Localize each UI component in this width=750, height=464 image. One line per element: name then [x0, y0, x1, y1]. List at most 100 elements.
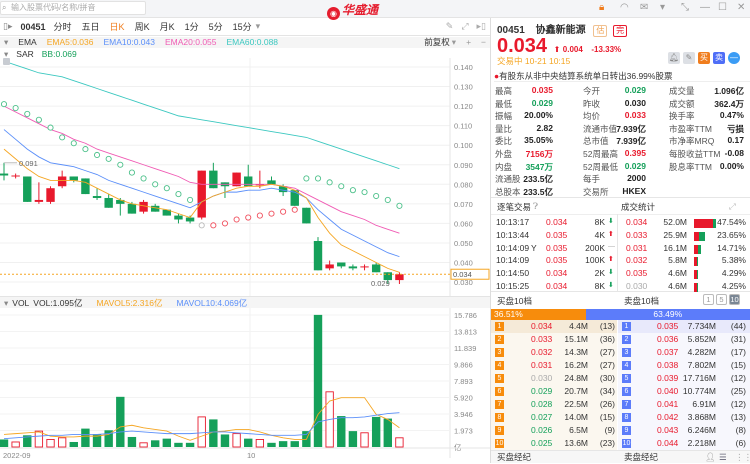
help-icon[interactable]: ❓︎ — [533, 201, 538, 212]
lock-icon[interactable]: 🔒︎ — [599, 2, 604, 13]
bid-price[interactable]: 0.027 — [531, 411, 552, 424]
alert-bell-icon[interactable]: 🔔︎ — [668, 52, 680, 64]
ask-price[interactable]: 0.042 — [657, 411, 678, 424]
volume-tick: 13.813 — [454, 327, 477, 336]
stat-label: 52周最高 — [583, 149, 618, 159]
bid-broker-tab[interactable]: 买盘经纪 — [497, 451, 531, 464]
buy-button[interactable]: 买 — [698, 52, 710, 64]
collapse-overlay-button[interactable] — [3, 58, 10, 65]
ask-price[interactable]: 0.040 — [657, 385, 678, 398]
shrink-icon[interactable]: ⤡ — [681, 2, 689, 13]
sar-point — [12, 105, 19, 112]
fullscreen-icon[interactable]: ⤢ — [461, 21, 468, 32]
ask-broker-tab[interactable]: 卖盘经纪 — [624, 451, 658, 464]
adjust-chevron-icon[interactable]: ▾ — [452, 37, 456, 48]
period-tab[interactable]: 周K — [135, 20, 150, 33]
bid-price[interactable]: 0.028 — [531, 398, 552, 411]
period-tab[interactable]: 15分 — [233, 20, 252, 33]
bid-price[interactable]: 0.031 — [531, 359, 552, 372]
grid-view-icon[interactable]: ⋮⋮ — [735, 451, 750, 464]
bid-price[interactable]: 0.034 — [531, 320, 552, 333]
bid-level-badge: 5 — [495, 372, 504, 385]
note-icon[interactable]: ✎ — [683, 52, 695, 64]
adjust-dropdown[interactable]: 前复权 — [424, 37, 450, 48]
mail-icon[interactable]: ✉ — [640, 2, 648, 13]
period-tab[interactable]: 月K — [160, 20, 175, 33]
stat-bar — [694, 231, 706, 241]
bid-orders: (27) — [599, 347, 615, 357]
collapse-sidebar-icon[interactable]: ▯▸ — [3, 21, 12, 32]
ask-level-badge: 4 — [622, 359, 631, 372]
collapse-chevron-icon[interactable]: ▾ — [4, 37, 8, 48]
stat-label: 总股本 — [495, 186, 521, 197]
maximize-button[interactable]: ☐ — [718, 2, 727, 13]
period-tab[interactable]: 5分 — [209, 20, 223, 33]
person-icon[interactable]: 👤︎ — [705, 451, 716, 464]
trade-price: 0.035 — [546, 255, 568, 266]
stat-value: 7.939亿 — [616, 123, 646, 134]
expand-icon[interactable]: ⤢ — [729, 201, 736, 212]
trade-price: 0.034 — [546, 281, 568, 291]
ema-label[interactable]: EMA — [18, 37, 36, 48]
depth-option[interactable]: 1 — [703, 294, 714, 305]
period-tab[interactable]: 五日 — [82, 20, 100, 33]
vol-value: VOL:1.095亿 — [33, 298, 83, 308]
collapse-chevron-icon[interactable]: ▾ — [4, 297, 8, 308]
sar-point — [221, 220, 229, 227]
minimize-button[interactable]: — — [700, 2, 710, 13]
ema60-value: EMA60:0.088 — [226, 37, 279, 47]
remove-indicator-icon[interactable]: − — [481, 37, 486, 48]
stat-label: 均价 — [583, 111, 601, 122]
stat-volume: 16.1M — [663, 242, 687, 253]
ask-price[interactable]: 0.035 — [657, 320, 678, 333]
shirt-icon[interactable]: ▾ — [660, 2, 665, 13]
candle-body — [395, 274, 404, 281]
arrow-down-icon: ⬇ — [608, 269, 614, 277]
mavol5-value: MAVOL5:2.316亿 — [96, 298, 163, 308]
expand-panel-icon[interactable]: ▸▯ — [477, 21, 486, 32]
period-tab[interactable]: 日K — [110, 20, 125, 33]
bid-price[interactable]: 0.033 — [531, 333, 552, 346]
ask-price[interactable]: 0.041 — [657, 398, 678, 411]
depth-option[interactable]: 5 — [716, 294, 727, 305]
stat-label: 最低 — [495, 98, 513, 109]
bid-price[interactable]: 0.026 — [531, 424, 552, 437]
headset-icon[interactable]: ◠ — [620, 2, 629, 13]
ask-volume: 17.716M — [682, 373, 716, 383]
depth-option[interactable]: 10 — [729, 294, 740, 305]
ask-price[interactable]: 0.039 — [657, 372, 678, 385]
depth-selector: 1 5 10 — [703, 294, 740, 305]
price-tick: 0.130 — [454, 83, 473, 92]
period-tab[interactable]: 1分 — [185, 20, 199, 33]
sar-point — [326, 179, 333, 186]
stat-value: 1.096亿 — [714, 86, 744, 96]
remove-watchlist-button[interactable]: — — [728, 52, 740, 64]
list-view-icon[interactable]: ☰ — [719, 451, 727, 464]
bid-price[interactable]: 0.029 — [531, 385, 552, 398]
ask-price[interactable]: 0.036 — [657, 333, 678, 346]
candle — [197, 170, 206, 220]
period-tab[interactable]: 分时 — [54, 20, 72, 33]
bid-price[interactable]: 0.032 — [531, 346, 552, 359]
sar-point — [93, 151, 101, 159]
ask-price[interactable]: 0.037 — [657, 346, 678, 359]
close-button[interactable]: ✕ — [737, 2, 745, 13]
sar-point — [361, 189, 368, 196]
bid-price[interactable]: 0.025 — [531, 437, 552, 450]
ask-price[interactable]: 0.043 — [657, 424, 678, 437]
add-indicator-icon[interactable]: + — [466, 37, 471, 48]
ask-level-badge: 10 — [622, 437, 631, 450]
level-number: 4 — [622, 361, 631, 370]
ask-price[interactable]: 0.038 — [657, 359, 678, 372]
search-input[interactable]: ⌕ 输入股票代码/名称/拼音 — [0, 1, 146, 15]
ask-price[interactable]: 0.044 — [657, 437, 678, 450]
more-periods-chevron-icon[interactable]: ▾ — [256, 21, 261, 32]
vol-label[interactable]: VOL — [12, 297, 29, 308]
candle — [11, 173, 20, 179]
sar-point — [128, 169, 135, 176]
sell-button[interactable]: 卖 — [713, 52, 725, 64]
notice-bar[interactable]: ●有股东从非中央结算系统单日转出36.99%股票 — [494, 70, 750, 82]
draw-pen-icon[interactable]: ✎ — [446, 21, 454, 32]
kline-chart[interactable]: 0.140 0.130 0.120 0.110 0.100 0.090 0.080 0.070… — [0, 58, 490, 463]
bid-price[interactable]: 0.030 — [531, 372, 552, 385]
